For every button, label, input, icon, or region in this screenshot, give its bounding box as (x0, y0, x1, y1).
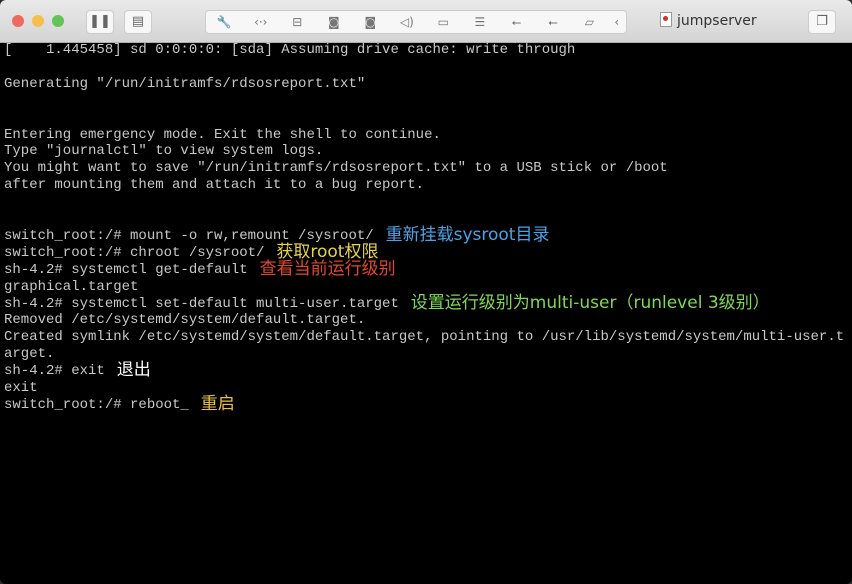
terminal-line: sh-4.2# exit (4, 363, 105, 380)
terminal-console[interactable]: [ 1.445458] sd 0:0:0:0: [sda] Assuming d… (0, 42, 852, 584)
vm-document-icon (660, 12, 672, 27)
annotation-label: 查看当前运行级别 (259, 258, 396, 279)
sound-icon[interactable]: ◁) (389, 11, 426, 33)
annotation-label: 重启 (200, 393, 235, 414)
printer-icon[interactable]: ☰ (462, 11, 499, 33)
usb-icon[interactable]: ⭠ (498, 11, 535, 33)
terminal-line: [ 1.445458] sd 0:0:0:0: [sda] Assuming d… (4, 42, 576, 58)
window-mode-icon[interactable]: ❐ (808, 10, 836, 34)
terminal-line: Type "journalctl" to view system logs. (4, 143, 324, 160)
terminal-line: graphical.target (4, 278, 139, 295)
terminal-line: arget. (4, 346, 55, 363)
terminal-line: Created symlink /etc/systemd/system/defa… (4, 329, 845, 346)
minimize-button[interactable] (32, 15, 44, 27)
terminal-line: after mounting them and attach it to a b… (4, 177, 425, 194)
annotation-label: 重新挂载sysroot目录 (385, 224, 550, 245)
terminal-line: Removed /etc/systemd/system/default.targ… (4, 312, 366, 329)
annotation-label: 设置运行级别为multi-user（runlevel 3级别） (410, 292, 770, 313)
usb2-icon[interactable]: ⭠ (535, 11, 572, 33)
shared-folder-icon[interactable]: ▱ (571, 11, 608, 33)
zoom-button[interactable] (52, 15, 64, 27)
window-title: jumpserver (660, 12, 757, 29)
terminal-line: Generating "/run/initramfs/rdsosreport.t… (4, 75, 366, 92)
device-toolbar: 🔧 ‹·› ⊟ ◙ ◙ ◁) ▭ ☰ ⭠ ⭠ ▱ ‹ (205, 10, 627, 34)
webcam-icon[interactable]: ◙ (352, 11, 389, 33)
terminal-line: exit (4, 380, 38, 396)
disk-icon[interactable]: ⊟ (279, 11, 316, 33)
terminal-line: sh-4.2# systemctl set-default multi-user… (4, 295, 399, 312)
vm-window: ❚❚ ▤ 🔧 ‹·› ⊟ ◙ ◙ ◁) ▭ ☰ ⭠ ⭠ ▱ ‹ jumpserv… (0, 0, 852, 584)
terminal-line: switch_root:/# chroot /sysroot/ (4, 244, 265, 261)
pause-icon[interactable]: ❚❚ (86, 10, 114, 34)
camera-icon[interactable]: ◙ (316, 11, 353, 33)
settings-wrench-icon[interactable]: 🔧 (206, 11, 243, 33)
window-title-text: jumpserver (677, 13, 757, 29)
terminal-line: Entering emergency mode. Exit the shell … (4, 126, 441, 143)
snapshot-icon[interactable]: ▤ (124, 10, 152, 34)
close-button[interactable] (12, 15, 24, 27)
terminal-line: You might want to save "/run/initramfs/r… (4, 160, 668, 177)
network-icon[interactable]: ‹·› (243, 11, 280, 33)
vm-toolbar: ❚❚ ▤ 🔧 ‹·› ⊟ ◙ ◙ ◁) ▭ ☰ ⭠ ⭠ ▱ ‹ jumpserv… (0, 0, 852, 43)
annotation-label: 退出 (116, 360, 151, 381)
collapse-chevron-icon[interactable]: ‹ (608, 11, 626, 33)
video-icon[interactable]: ▭ (425, 11, 462, 33)
terminal-line: sh-4.2# systemctl get-default (4, 261, 248, 278)
terminal-line: switch_root:/# reboot_ (4, 396, 189, 413)
